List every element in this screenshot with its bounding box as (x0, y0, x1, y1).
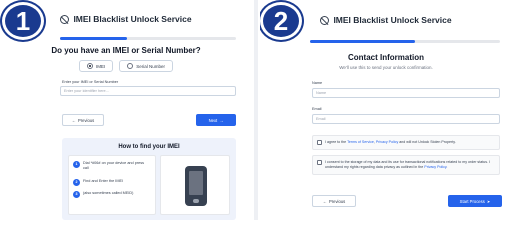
checkbox-icon[interactable] (317, 160, 322, 165)
next-label: Next (208, 117, 218, 123)
email-label: Email (312, 107, 322, 111)
help-step: 1 Dial *#06# on your device and press ca… (73, 161, 145, 171)
help-title: How to find your IMEI (118, 144, 180, 150)
step-text: Dial *#06# on your device and press call (83, 161, 144, 170)
identifier-input[interactable]: Enter your identifier here... (60, 86, 236, 96)
name-input[interactable]: Name (312, 88, 500, 98)
terms-agreement[interactable]: I agree to the Terms of Service, Privacy… (312, 135, 500, 150)
start-process-button[interactable]: Start Process ➤ (448, 195, 502, 207)
ban-icon (60, 14, 70, 24)
identifier-type-options: IMEI Serial Number (0, 60, 252, 72)
arrow-right-icon: → (219, 117, 224, 123)
radio-icon (127, 63, 134, 69)
step-2-badge: 2 (260, 2, 302, 40)
data-consent[interactable]: I consent to the storage of my data and … (312, 155, 500, 175)
step-text: Find and Enter the IMEI (83, 179, 124, 183)
question-title: Do you have an IMEI or Serial Number? (51, 46, 201, 55)
panel-divider (254, 0, 258, 220)
email-input[interactable]: Email (312, 114, 500, 124)
previous-label: Previous (328, 198, 346, 204)
previous-label: Previous (77, 117, 95, 123)
identifier-label: Enter your IMEI or Serial Number (62, 80, 119, 84)
step-number: 1 (73, 161, 80, 168)
privacy-link[interactable]: Privacy Policy (424, 165, 446, 169)
radio-selected-icon (86, 63, 93, 69)
step-text: (also sometimes called MEID) (83, 191, 134, 195)
progress-bar (60, 37, 236, 40)
step-1-badge: 1 (2, 2, 44, 40)
previous-button[interactable]: ← Previous (62, 114, 104, 126)
service-title: IMEI Blacklist Unlock Service (73, 14, 192, 24)
option-imei-label: IMEI (95, 63, 106, 69)
checkbox-icon[interactable] (317, 140, 322, 145)
help-step: 2 Find and Enter the IMEI (73, 179, 145, 186)
contact-title: Contact Information (348, 53, 424, 62)
arrow-left-icon: ← (71, 117, 76, 123)
help-steps: 1 Dial *#06# on your device and press ca… (68, 155, 156, 215)
step-2-panel: 2 IMEI Blacklist Unlock Service Contact … (260, 0, 512, 220)
phone-illustration-card (160, 155, 230, 215)
consent-text: I consent to the storage of my data and … (325, 160, 491, 169)
send-icon: ➤ (486, 198, 491, 204)
terms-text: I agree to the Terms of Service, Privacy… (325, 140, 456, 144)
progress-fill (310, 40, 415, 43)
progress-bar (310, 40, 500, 43)
name-label: Name (312, 81, 323, 85)
previous-button[interactable]: ← Previous (312, 195, 356, 207)
option-serial-label: Serial Number (136, 63, 166, 69)
step-number: 3 (73, 191, 80, 198)
step-number: 2 (73, 179, 80, 186)
contact-subtitle: We'll use this to send your unlock confi… (339, 65, 433, 70)
start-process-label: Start Process (459, 198, 485, 204)
help-step: 3 (also sometimes called MEID) (73, 191, 145, 198)
arrow-left-icon: ← (322, 198, 327, 204)
service-title: IMEI Blacklist Unlock Service (333, 15, 452, 25)
option-imei[interactable]: IMEI (78, 60, 114, 72)
smartphone-icon (185, 166, 207, 206)
ban-icon (320, 15, 330, 25)
privacy-link[interactable]: Privacy Policy (376, 140, 398, 144)
help-card: How to find your IMEI 1 Dial *#06# on yo… (62, 138, 236, 220)
option-serial-number[interactable]: Serial Number (119, 60, 174, 72)
next-button[interactable]: Next → (196, 114, 236, 126)
progress-fill (60, 37, 127, 40)
terms-link[interactable]: Terms of Service (347, 140, 374, 144)
step-1-panel: 1 IMEI Blacklist Unlock Service Do you h… (0, 0, 252, 220)
